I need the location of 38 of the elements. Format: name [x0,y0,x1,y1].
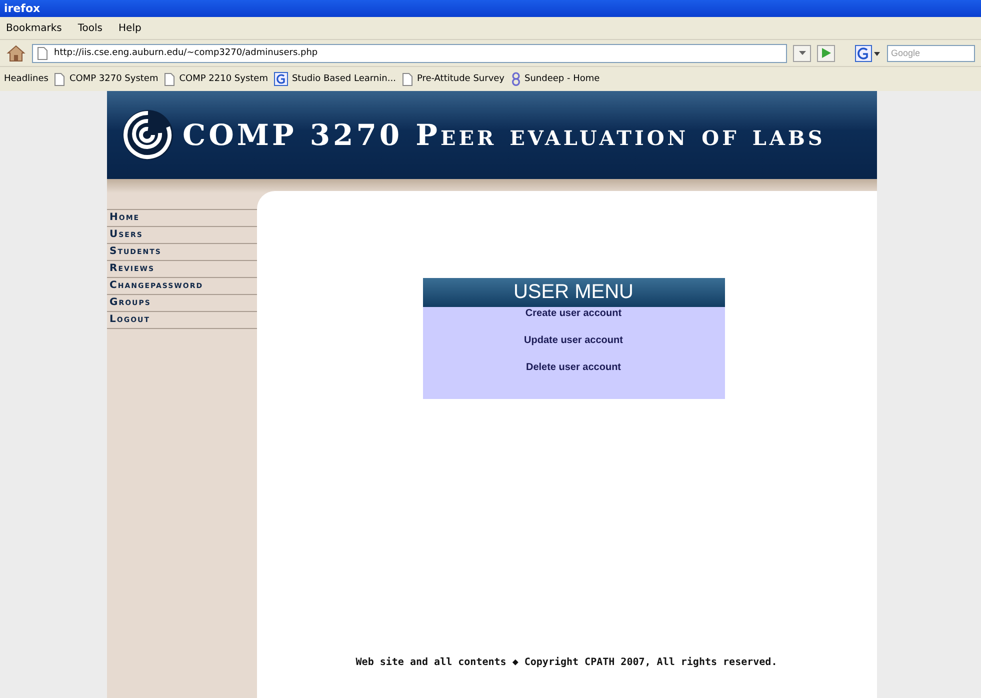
user-menu-title: USER MENU [513,281,634,304]
search-engine-icon[interactable] [855,44,881,62]
bookmark-link[interactable]: Studio Based Learnin... [274,72,396,86]
dropdown-button[interactable] [793,44,811,62]
menu-link[interactable]: Delete user account [526,362,622,373]
bookmark-link[interactable]: Sundeep - Home [510,72,600,86]
nav-link[interactable]: Users [106,226,256,243]
menu-item[interactable]: Bookmarks [6,22,62,34]
footer-text: Web site and all contents ◆ Copyright CPATH 2007, All rights reserved. [356,657,778,668]
page-icon [164,72,176,86]
nav-link[interactable]: Home [106,209,256,226]
window-title: irefox [4,2,40,15]
nav-link[interactable]: Changepassword [106,277,256,294]
nav-link[interactable]: Groups [106,294,256,311]
go-button[interactable] [817,44,835,62]
search-field[interactable]: Google [887,44,975,62]
menu-item[interactable]: Help [118,22,142,34]
swirl-logo-icon [120,107,174,163]
page-icon [402,72,413,86]
bookmark-link[interactable]: Headlines [4,74,48,84]
nav-link[interactable]: Reviews [106,260,256,277]
caret-icon [798,51,806,55]
page-icon [37,46,48,60]
page-icon [54,72,66,86]
menu-item[interactable]: Tools [78,22,103,34]
home-icon[interactable] [6,44,26,62]
menu-link[interactable]: Update user account [524,335,623,346]
bookmark-link[interactable]: Pre-Attitude Survey [402,72,505,86]
bookmark-link[interactable]: COMP 2210 System [164,72,268,86]
bookmark-link[interactable]: COMP 3270 System [54,72,158,86]
play-icon [822,48,830,58]
figure-eight-icon [510,72,521,86]
google-icon [274,72,288,86]
nav-link[interactable]: Logout [106,311,256,329]
address-field[interactable]: http://iis.cse.eng.auburn.edu/~comp3270/adminusers.php [32,44,787,62]
site-title: COMP 3270 Peer evaluation of labs [182,118,826,152]
nav-link[interactable]: Students [106,243,256,260]
menu-link[interactable]: Create user account [525,308,622,319]
